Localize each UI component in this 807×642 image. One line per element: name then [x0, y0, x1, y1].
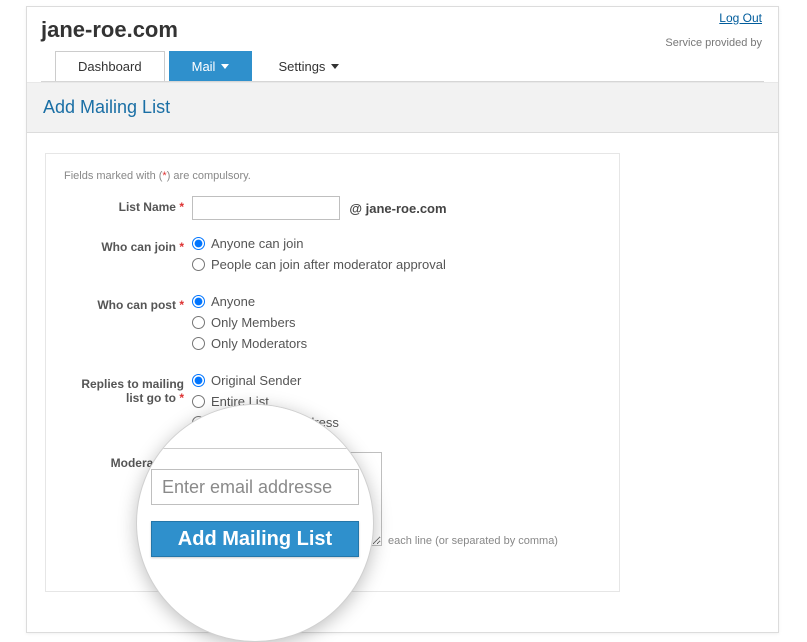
radio-post-anyone[interactable]	[192, 295, 205, 308]
radio-post-members[interactable]	[192, 316, 205, 329]
radio-join-anyone[interactable]	[192, 237, 205, 250]
page-title-bar: Add Mailing List	[27, 82, 778, 133]
label-list-name: List Name *	[64, 196, 192, 220]
chevron-down-icon	[331, 64, 339, 69]
moderators-hint: each line (or separated by comma)	[388, 535, 601, 547]
page-title: Add Mailing List	[43, 97, 762, 118]
add-mailing-list-button-label: Add Mailing List	[178, 528, 332, 551]
lens-placeholder: Enter email addresse	[162, 477, 332, 498]
tab-dashboard-label: Dashboard	[78, 59, 142, 74]
radio-post-anyone-label: Anyone	[211, 294, 255, 309]
list-name-suffix: @ jane-roe.com	[349, 201, 446, 216]
tab-dashboard[interactable]: Dashboard	[55, 51, 165, 81]
radio-join-moderator-label: People can join after moderator approval	[211, 257, 446, 272]
lens-email-input[interactable]: Enter email addresse	[151, 469, 359, 505]
tab-settings[interactable]: Settings	[256, 52, 361, 81]
list-name-input[interactable]	[192, 196, 340, 220]
magnifier-lens: Enter email addresse Add Mailing List	[136, 404, 374, 642]
tab-mail[interactable]: Mail	[169, 51, 253, 81]
label-who-can-post: Who can post *	[64, 294, 192, 357]
compulsory-hint: Fields marked with (*) are compulsory.	[64, 170, 601, 182]
radio-post-members-label: Only Members	[211, 315, 296, 330]
tab-mail-label: Mail	[192, 59, 216, 74]
chevron-down-icon	[221, 64, 229, 69]
tab-settings-label: Settings	[278, 59, 325, 74]
radio-join-anyone-label: Anyone can join	[211, 236, 304, 251]
domain-title: jane-roe.com	[41, 17, 764, 43]
radio-post-moderators[interactable]	[192, 337, 205, 350]
add-mailing-list-button[interactable]: Add Mailing List	[151, 521, 359, 557]
service-provided-by: Service provided by	[665, 37, 762, 49]
nav-tabs: Dashboard Mail Settings	[41, 51, 764, 82]
logout-link[interactable]: Log Out	[719, 11, 762, 25]
radio-post-moderators-label: Only Moderators	[211, 336, 307, 351]
radio-join-moderator[interactable]	[192, 258, 205, 271]
radio-reply-sender-label: Original Sender	[211, 373, 301, 388]
radio-reply-sender[interactable]	[192, 374, 205, 387]
label-who-can-join: Who can join *	[64, 236, 192, 278]
